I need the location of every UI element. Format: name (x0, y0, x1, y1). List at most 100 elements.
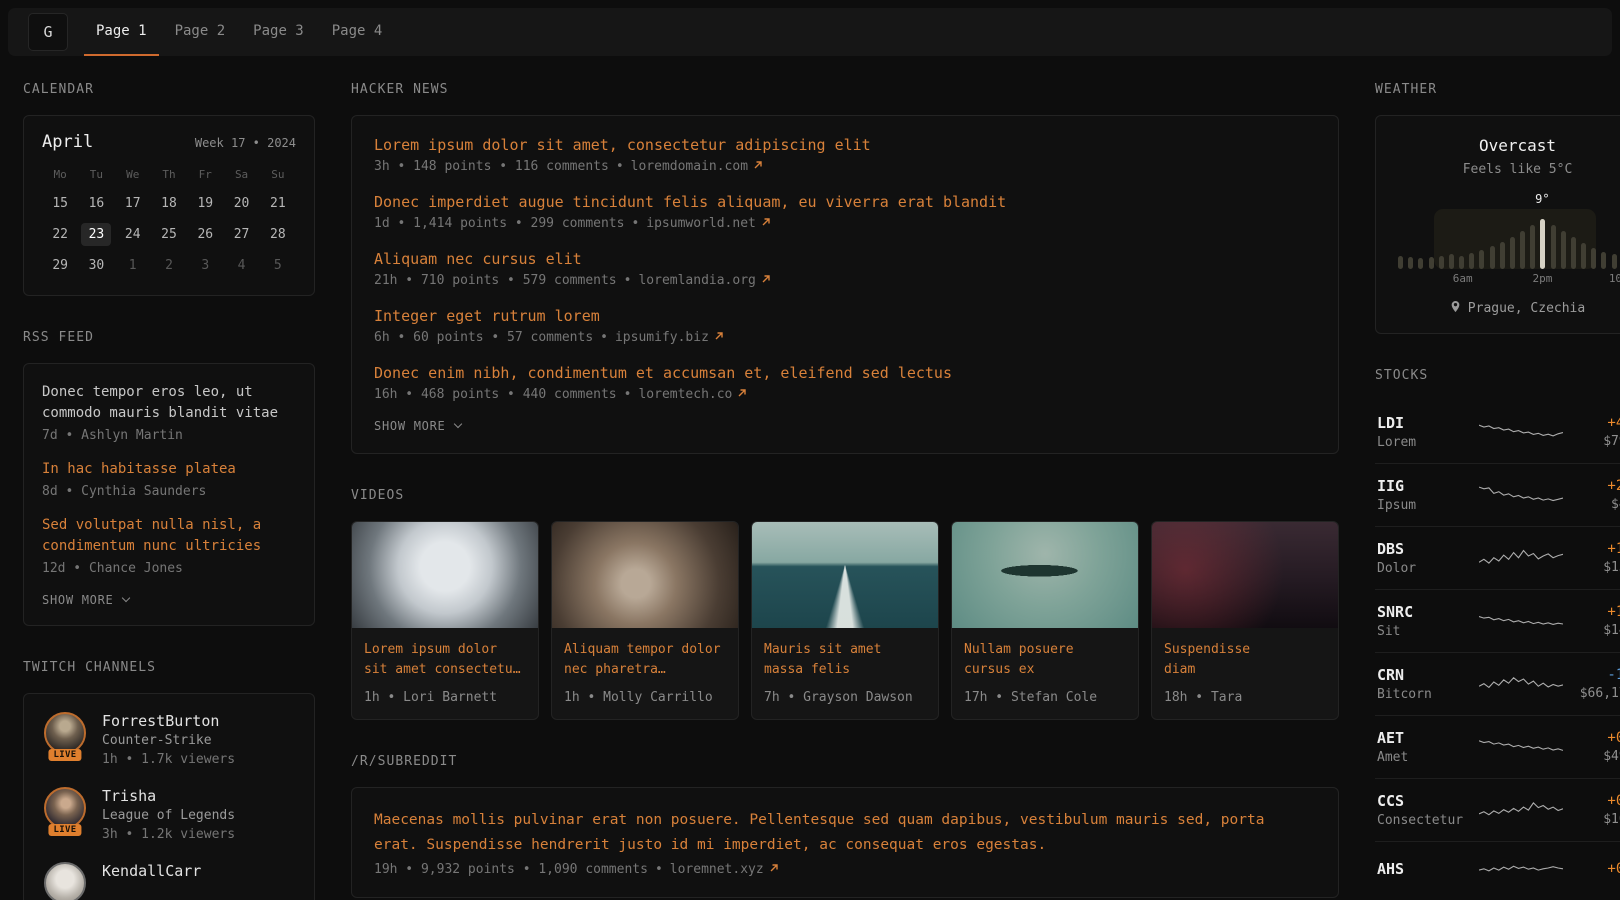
rss-show-more-button[interactable]: SHOW MORE (42, 593, 296, 607)
rss-item: Donec tempor eros leo, ut commodo mauris… (42, 382, 296, 443)
hn-item: Integer eget rutrum lorem6h • 60 points … (374, 307, 1316, 345)
stock-row[interactable]: SNRCSit+1.36%$148.64 (1375, 589, 1620, 652)
twitch-channel-game: League of Legends (102, 808, 235, 823)
twitch-channel-name[interactable]: Trisha (102, 787, 235, 805)
weather-location: Prague, Czechia (1394, 300, 1620, 317)
twitch-avatar-link[interactable] (42, 862, 88, 900)
tab-page-1[interactable]: Page 1 (84, 8, 159, 56)
hn-item-title[interactable]: Donec imperdiet augue tincidunt felis al… (374, 193, 1316, 211)
calendar-day: 15 (45, 192, 75, 215)
stock-row[interactable]: CCSConsectetur+0.51%$165.84 (1375, 778, 1620, 841)
tab-page-3[interactable]: Page 3 (241, 8, 316, 56)
hn-item-title[interactable]: Aliquam nec cursus elit (374, 250, 1316, 268)
hn-item-title[interactable]: Donec enim nibh, condimentum et accumsan… (374, 364, 1316, 382)
rss-item: Sed volutpat nulla nisl, a condimentum n… (42, 515, 296, 576)
video-meta: 1h • Lori Barnett (364, 690, 526, 705)
stock-sparkline (1473, 855, 1568, 885)
weather-bars (1398, 219, 1620, 269)
subreddit-post-domain[interactable]: loremnet.xyz (670, 862, 779, 877)
weather-bar (1398, 256, 1403, 269)
subreddit-post-stats: 19h • 9,932 points • 1,090 comments (374, 862, 648, 877)
video-meta: 1h • Molly Carrillo (564, 690, 726, 705)
subreddit-widget: /R/SUBREDDIT Maecenas mollis pulvinar er… (351, 754, 1339, 898)
weather-bar (1418, 258, 1423, 269)
video-card[interactable]: Mauris sit amet massa felis7h • Grayson … (751, 521, 939, 720)
stock-row[interactable]: CRNBitcorn-1.00%$66,171.48 (1375, 652, 1620, 715)
stock-values: +1.36% $148.64 (1568, 604, 1620, 638)
calendar-day: 25 (154, 223, 184, 246)
hn-item-domain[interactable]: ipsumify.biz (615, 330, 724, 345)
video-title[interactable]: Suspendisse diam (1164, 640, 1326, 680)
widget-title-subreddit: /R/SUBREDDIT (351, 754, 1339, 769)
live-badge: LIVE (48, 749, 81, 761)
stock-values: -1.00%$66,171.48 (1568, 667, 1620, 701)
weather-bar (1571, 237, 1576, 269)
subreddit-post-title[interactable]: Maecenas mollis pulvinar erat non posuer… (374, 808, 1316, 857)
weather-hour-label: 2pm (1532, 272, 1552, 285)
video-title[interactable]: Aliquam tempor dolor nec pharetra… (564, 640, 726, 680)
left-column: CALENDAR April Week 17 • 2024 MoTuWeThFr… (23, 82, 315, 900)
rss-item-meta: 7d • Ashlyn Martin (42, 428, 296, 443)
rss-item-title[interactable]: Donec tempor eros leo, ut commodo mauris… (42, 382, 296, 424)
widget-title-videos: VIDEOS (351, 488, 1339, 503)
hn-item-title[interactable]: Lorem ipsum dolor sit amet, consectetur … (374, 136, 1316, 154)
tab-page-4[interactable]: Page 4 (320, 8, 395, 56)
external-link-icon (769, 862, 779, 877)
stock-change: +1.36% (1568, 604, 1620, 620)
calendar-header: April Week 17 • 2024 (42, 132, 296, 152)
stock-ticker: SNRC (1377, 603, 1473, 621)
hn-item-domain[interactable]: loremlandia.org (638, 273, 770, 288)
hn-item-domain[interactable]: loremdomain.com (631, 159, 763, 174)
video-card[interactable]: Lorem ipsum dolor sit amet consectetu… 1h… (351, 521, 539, 720)
rss-item-title[interactable]: In hac habitasse platea (42, 459, 296, 480)
stock-row[interactable]: AHS+0.46% (1375, 841, 1620, 898)
hn-item-stats: 16h • 468 points • 440 comments (374, 387, 617, 402)
hn-show-more-button[interactable]: SHOW MORE (374, 419, 1316, 433)
stock-row[interactable]: AETAmet+0.92%$499.72 (1375, 715, 1620, 778)
stock-info: DBSDolor (1377, 540, 1473, 576)
stock-row[interactable]: IIGIpsum+2.84%$42.04 (1375, 463, 1620, 526)
calendar-day: 2 (154, 254, 184, 277)
hn-item-domain[interactable]: ipsumworld.net (646, 216, 771, 231)
meta-separator: • (600, 330, 608, 345)
video-card[interactable]: Nullam posuere cursus ex17h • Stefan Col… (951, 521, 1139, 720)
twitch-channel-name[interactable]: KendallCarr (102, 862, 201, 880)
video-card-body: Aliquam tempor dolor nec pharetra… 1h • M… (552, 628, 738, 719)
widget-title-hacker-news: HACKER NEWS (351, 82, 1339, 97)
hn-item-title[interactable]: Integer eget rutrum lorem (374, 307, 1316, 325)
twitch-channel-game: Counter-Strike (102, 733, 235, 748)
stock-row[interactable]: DBSDolor+1.42%$156.28 (1375, 526, 1620, 589)
stock-price: $148.64 (1568, 623, 1620, 638)
twitch-channel-name[interactable]: ForrestBurton (102, 712, 235, 730)
weather-location-text: Prague, Czechia (1468, 301, 1585, 316)
calendar-day-header: Sa (223, 168, 259, 184)
stock-ticker: CCS (1377, 792, 1473, 810)
weather-bar (1520, 231, 1525, 269)
widget-title-stocks: STOCKS (1375, 368, 1620, 383)
twitch-avatar-link[interactable]: LIVE (42, 787, 88, 829)
calendar-day: 20 (227, 192, 257, 215)
meta-separator: • (624, 387, 632, 402)
video-title[interactable]: Lorem ipsum dolor sit amet consectetu… (364, 640, 526, 680)
stock-change: +0.92% (1568, 730, 1620, 746)
video-card[interactable]: Suspendisse diam18h • Tara (1151, 521, 1339, 720)
rss-item-title[interactable]: Sed volutpat nulla nisl, a condimentum n… (42, 515, 296, 557)
video-title[interactable]: Nullam posuere cursus ex (964, 640, 1126, 680)
video-title[interactable]: Mauris sit amet massa felis (764, 640, 926, 680)
videos-row: Lorem ipsum dolor sit amet consectetu… 1h… (351, 521, 1339, 720)
app-logo[interactable]: G (28, 13, 68, 51)
calendar-day: 16 (81, 192, 111, 215)
calendar-day-header: We (115, 168, 151, 184)
weather-bar (1429, 257, 1434, 269)
tab-page-2[interactable]: Page 2 (163, 8, 238, 56)
hn-item-domain[interactable]: loremtech.co (638, 387, 747, 402)
stock-info: LDILorem (1377, 414, 1473, 450)
stock-row[interactable]: LDILorem+4.35%$795.18 (1375, 401, 1620, 463)
twitch-avatar-link[interactable]: LIVE (42, 712, 88, 754)
external-link-icon (737, 387, 747, 402)
twitch-channel: LIVETrishaLeague of Legends3h • 1.2k vie… (42, 787, 296, 842)
weather-widget: WEATHER Overcast Feels like 5°C 9° 6am2p… (1375, 82, 1620, 334)
hacker-news-card: Lorem ipsum dolor sit amet, consectetur … (351, 115, 1339, 454)
video-card[interactable]: Aliquam tempor dolor nec pharetra… 1h • M… (551, 521, 739, 720)
widget-title-rss: RSS FEED (23, 330, 315, 345)
